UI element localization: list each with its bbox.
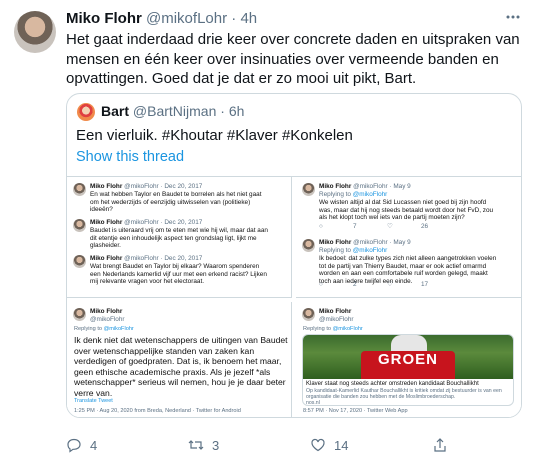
mini-stats: ○ 2 ♡ 17 bbox=[319, 281, 455, 289]
mini-header: Miko Flohr @mikoFlohr · Dec 20, 2017 bbox=[90, 255, 202, 263]
quoted-tweet[interactable]: Bart @BartNijman · 6h Een vierluik. #Kho… bbox=[66, 93, 522, 418]
news-image-banner: GROEN bbox=[377, 351, 438, 368]
replying-handle: @mikoFlohr bbox=[103, 326, 134, 332]
author-avatar[interactable] bbox=[14, 11, 56, 53]
more-options-icon[interactable] bbox=[505, 9, 521, 30]
translate-tweet-link: Translate Tweet bbox=[74, 398, 113, 404]
mini-name: Miko Flohr bbox=[319, 183, 352, 190]
author-handle[interactable]: @mikofLohr bbox=[146, 10, 227, 27]
mini-retweet-count: 7 bbox=[353, 223, 357, 230]
collage-image-1[interactable]: Miko Flohr @mikoFlohr · Dec 20, 2017 En … bbox=[67, 177, 292, 298]
news-description: Op kandidaat-Kamerlid Kauthar Bouchallik… bbox=[306, 388, 502, 400]
mini-avatar bbox=[302, 308, 315, 321]
mini-avatar bbox=[73, 255, 86, 268]
retweet-button[interactable]: 3 bbox=[188, 437, 219, 453]
mini-header: Miko Flohr @mikoFlohr · May 9 bbox=[319, 239, 411, 247]
mini-replying-to: Replying to @mikoFlohr bbox=[303, 326, 363, 334]
mini-name: Miko Flohr bbox=[90, 308, 123, 315]
tweet: Miko Flohr @mikofLohr · 4h Het gaat inde… bbox=[0, 0, 535, 464]
mini-meta: @mikoFlohr bbox=[319, 315, 354, 323]
news-source: nos.nl bbox=[306, 400, 320, 406]
replying-handle: @mikoFlohr bbox=[352, 247, 388, 254]
replying-label: Replying to bbox=[319, 247, 351, 254]
collage-image-2[interactable]: Miko Flohr @mikoFlohr · May 9 Replying t… bbox=[296, 177, 521, 298]
mini-avatar bbox=[302, 183, 315, 196]
quoted-header-separator: · bbox=[220, 103, 225, 119]
mini-text: Baudet is uiteraard vrij om te eten met … bbox=[90, 227, 268, 250]
author-name[interactable]: Miko Flohr bbox=[66, 10, 142, 27]
like-count: 14 bbox=[334, 437, 349, 453]
tweet-time[interactable]: 4h bbox=[240, 10, 257, 27]
mini-like-icon: ♡ bbox=[387, 281, 393, 288]
mini-replying-to: Replying to @mikoFlohr bbox=[319, 191, 387, 199]
replying-label: Replying to bbox=[319, 191, 351, 198]
mini-text: We wisten altijd al dat Sid Lucassen nie… bbox=[319, 199, 494, 222]
share-icon bbox=[434, 438, 446, 452]
reply-count: 4 bbox=[90, 437, 98, 453]
mini-meta: @mikoFlohr bbox=[90, 315, 125, 323]
mini-meta: @mikoFlohr · Dec 20, 2017 bbox=[124, 183, 203, 190]
mini-header: Miko Flohr @mikoFlohr · May 9 bbox=[319, 183, 411, 191]
replying-label: Replying to bbox=[303, 326, 331, 332]
quoted-tweet-time: 6h bbox=[228, 103, 245, 119]
replying-handle: @mikoFlohr bbox=[352, 191, 388, 198]
mini-tweet-meta: 1:25 PM · Aug 20, 2020 from Breda, Neder… bbox=[74, 408, 241, 414]
mini-name: Miko Flohr bbox=[90, 255, 123, 262]
retweet-icon bbox=[188, 440, 204, 450]
mini-replying-to: Replying to @mikoFlohr bbox=[319, 247, 387, 255]
mini-name: Miko Flohr bbox=[90, 219, 123, 226]
reply-button[interactable]: 4 bbox=[66, 437, 97, 453]
mini-name: Miko Flohr bbox=[90, 183, 123, 190]
retweet-count: 3 bbox=[212, 437, 220, 453]
mini-meta: @mikoFlohr · May 9 bbox=[353, 183, 411, 190]
news-image: GROEN bbox=[303, 335, 513, 379]
tweet-text: Het gaat inderdaad drie keer over concre… bbox=[66, 31, 520, 87]
quoted-author-handle: @BartNijman bbox=[132, 103, 217, 119]
quoted-author-avatar bbox=[77, 103, 95, 121]
mini-header: Miko Flohr @mikoFlohr bbox=[90, 308, 125, 323]
mini-name: Miko Flohr bbox=[319, 308, 352, 315]
mini-replying-to: Replying to @mikoFlohr bbox=[74, 326, 134, 334]
mini-text: Wat brengt Baudet en Taylor bij elkaar? … bbox=[90, 263, 267, 286]
quoted-tweet-header: Bart @BartNijman · 6h bbox=[101, 103, 244, 119]
collage-image-3[interactable]: Miko Flohr @mikoFlohr Replying to @mikoFl… bbox=[67, 302, 292, 417]
mini-like-count: 26 bbox=[421, 223, 429, 230]
reply-icon bbox=[67, 438, 81, 453]
replying-handle: @mikoFlohr bbox=[332, 326, 363, 332]
mini-avatar bbox=[302, 239, 315, 252]
mini-retweet-count: 2 bbox=[353, 281, 357, 288]
replying-label: Replying to bbox=[74, 326, 102, 332]
image-collage[interactable]: Miko Flohr @mikoFlohr · Dec 20, 2017 En … bbox=[67, 176, 521, 417]
mini-meta: @mikoFlohr · Dec 20, 2017 bbox=[124, 255, 203, 262]
mini-name: Miko Flohr bbox=[319, 239, 352, 246]
tweet-header: Miko Flohr @mikofLohr · 4h bbox=[66, 10, 257, 27]
quoted-tweet-text: Een vierluik. #Khoutar #Klaver #Konkelen bbox=[76, 127, 353, 144]
heart-icon bbox=[311, 438, 325, 452]
collage-image-4[interactable]: Miko Flohr @mikoFlohr Replying to @mikoFl… bbox=[296, 302, 521, 417]
mini-header: Miko Flohr @mikoFlohr · Dec 20, 2017 bbox=[90, 219, 202, 227]
mini-meta: @mikoFlohr · Dec 20, 2017 bbox=[124, 219, 203, 226]
mini-stats: ○ 7 ♡ 26 bbox=[319, 223, 455, 231]
mini-avatar bbox=[73, 183, 86, 196]
header-separator: · bbox=[231, 10, 237, 27]
mini-meta: @mikoFlohr · May 9 bbox=[353, 239, 411, 246]
mini-reply-icon: ○ bbox=[319, 281, 323, 288]
mini-reply-icon: ○ bbox=[319, 223, 323, 230]
mini-avatar bbox=[73, 308, 86, 321]
mini-tweet-meta: 8:57 PM · Nov 17, 2020 · Twitter Web App bbox=[303, 408, 408, 414]
show-thread-link[interactable]: Show this thread bbox=[76, 149, 184, 165]
mini-like-count: 17 bbox=[421, 281, 429, 288]
mini-header: Miko Flohr @mikoFlohr bbox=[319, 308, 354, 323]
news-card: GROEN Klaver staat nog steeds achter oms… bbox=[302, 334, 514, 406]
mini-header: Miko Flohr @mikoFlohr · Dec 20, 2017 bbox=[90, 183, 202, 191]
quoted-author-name: Bart bbox=[101, 103, 130, 119]
share-button[interactable] bbox=[432, 437, 448, 453]
mini-like-icon: ♡ bbox=[387, 223, 393, 230]
mini-avatar bbox=[73, 219, 86, 232]
mini-text: En wat hebben Taylor en Baudet te borrel… bbox=[90, 191, 262, 214]
tweet-actions: 4 3 14 bbox=[66, 437, 526, 459]
like-button[interactable]: 14 bbox=[310, 437, 348, 453]
mini-large-text: Ik denk niet dat wetenschappers de uitin… bbox=[74, 335, 288, 398]
